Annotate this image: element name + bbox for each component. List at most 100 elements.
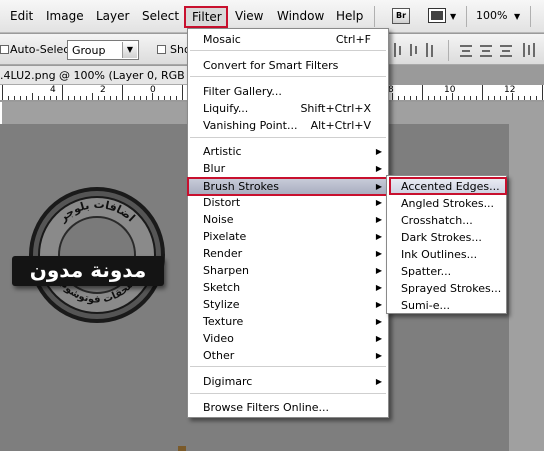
align-vcenter-icon[interactable]: [408, 43, 420, 57]
ruler-number: 10: [444, 85, 456, 95]
chevron-down-icon[interactable]: ▼: [514, 12, 520, 21]
menu-item-other[interactable]: Other ▶: [188, 347, 388, 364]
menu-item-label: Sketch: [203, 281, 241, 294]
auto-select-dropdown[interactable]: Group ▼: [67, 40, 139, 60]
align-top-icon[interactable]: [392, 43, 404, 57]
menu-item-browse-filters-online[interactable]: Browse Filters Online...: [188, 399, 388, 416]
submenu-arrow-icon: ▶: [375, 147, 382, 156]
menu-item-texture[interactable]: Texture ▶: [188, 313, 388, 330]
ruler-tick: [458, 96, 459, 100]
ruler-tick: [440, 96, 441, 100]
distribute-top-icon[interactable]: [460, 43, 472, 57]
menu-view[interactable]: View: [235, 9, 263, 24]
submenu-arrow-icon: ▶: [375, 377, 382, 386]
menu-image[interactable]: Image: [46, 9, 84, 24]
submenu-item-dark-strokes[interactable]: Dark Strokes...: [387, 229, 506, 246]
ruler-tick: [416, 96, 417, 100]
menu-item-render[interactable]: Render ▶: [188, 245, 388, 262]
ruler-tick: [170, 96, 171, 100]
ruler-tick: [176, 96, 177, 100]
ruler-tick: [158, 96, 159, 100]
menu-item-sketch[interactable]: Sketch ▶: [188, 279, 388, 296]
badge-banner: مدونة مدون: [12, 256, 164, 286]
submenu-arrow-icon: ▶: [375, 283, 382, 292]
submenu-item-crosshatch[interactable]: Crosshatch...: [387, 212, 506, 229]
menu-item-label: Digimarc: [203, 375, 253, 388]
ruler-tick: [8, 96, 9, 100]
menu-item-stylize[interactable]: Stylize ▶: [188, 296, 388, 313]
submenu-item-spatter[interactable]: Spatter...: [387, 263, 506, 280]
ruler-tick: [512, 93, 513, 100]
ruler-tick: [488, 96, 489, 100]
submenu-arrow-icon: ▶: [375, 317, 382, 326]
ruler-tick: [74, 96, 75, 100]
menu-item-sharpen[interactable]: Sharpen ▶: [188, 262, 388, 279]
distribute-left-icon[interactable]: [522, 43, 535, 57]
workspace-margin: [509, 124, 544, 451]
menu-item-pixelate[interactable]: Pixelate ▶: [188, 228, 388, 245]
menu-select[interactable]: Select: [142, 9, 179, 24]
submenu-item-ink-outlines[interactable]: Ink Outlines...: [387, 246, 506, 263]
menu-item-digimarc[interactable]: Digimarc ▶: [188, 373, 388, 390]
menu-item-filter-gallery[interactable]: Filter Gallery...: [188, 83, 388, 100]
ruler-tick: [68, 96, 69, 100]
menu-item-label: Liquify...: [203, 102, 249, 115]
menu-filter[interactable]: Filter: [184, 6, 228, 28]
menu-separator: [190, 137, 386, 138]
menu-item-artistic[interactable]: Artistic ▶: [188, 143, 388, 160]
submenu-arrow-icon: ▶: [375, 198, 382, 207]
menu-item-distort[interactable]: Distort ▶: [188, 194, 388, 211]
menu-help[interactable]: Help: [336, 9, 363, 24]
ruler-tick: [446, 96, 447, 100]
zoom-level[interactable]: 100%: [476, 9, 507, 22]
show-transform-checkbox[interactable]: [157, 45, 166, 54]
menu-item-label: Browse Filters Online...: [203, 401, 329, 414]
distribute-vcenter-icon[interactable]: [480, 43, 492, 57]
menu-item-label: Artistic: [203, 145, 242, 158]
menu-separator: [190, 50, 386, 51]
menu-item-label: Distort: [203, 196, 241, 209]
submenu-item-accented-edges[interactable]: Accented Edges...: [387, 178, 506, 195]
auto-select-checkbox[interactable]: [0, 45, 9, 54]
menu-separator: [190, 393, 386, 394]
menu-item-mosaic[interactable]: Mosaic Ctrl+F: [188, 31, 388, 48]
ruler-tick: [164, 96, 165, 100]
ruler-tick: [398, 96, 399, 100]
menu-item-label: Render: [203, 247, 243, 260]
submenu-arrow-icon: ▶: [375, 300, 382, 309]
ruler-tick: [38, 96, 39, 100]
menu-item-noise[interactable]: Noise ▶: [188, 211, 388, 228]
ruler-tick: [116, 96, 117, 100]
ruler-tick: [32, 93, 33, 100]
submenu-arrow-icon: ▶: [375, 215, 382, 224]
menu-item-liquify[interactable]: Liquify... Shift+Ctrl+X: [188, 100, 388, 117]
bridge-button[interactable]: Br: [392, 8, 410, 24]
menu-item-brush-strokes[interactable]: Brush Strokes ▶: [188, 178, 388, 195]
distribute-bottom-icon[interactable]: [500, 43, 512, 57]
menu-item-label: Texture: [203, 315, 244, 328]
ruler-number: 4: [50, 85, 56, 95]
align-bottom-icon[interactable]: [424, 43, 436, 57]
document-tab[interactable]: .4LU2.png @ 100% (Layer 0, RGB: [0, 66, 200, 85]
menu-item-vanishing-point[interactable]: Vanishing Point... Alt+Ctrl+V: [188, 117, 388, 134]
menu-item-label: Convert for Smart Filters: [203, 59, 339, 72]
ruler-tick: [26, 96, 27, 100]
menu-layer[interactable]: Layer: [96, 9, 129, 24]
ruler-tick: [104, 96, 105, 100]
menu-edit[interactable]: Edit: [10, 9, 33, 24]
submenu-item-sprayed-strokes[interactable]: Sprayed Strokes...: [387, 280, 506, 297]
chevron-down-icon[interactable]: ▼: [450, 12, 456, 21]
menu-separator: [374, 6, 375, 27]
screen-mode-icon[interactable]: [428, 8, 446, 23]
menu-item-label: Vanishing Point...: [203, 119, 298, 132]
ruler-tick: [86, 96, 87, 100]
ruler-tick: [62, 85, 63, 100]
ruler-tick: [98, 96, 99, 100]
menu-item-label: Sumi-e...: [401, 299, 450, 312]
menu-item-convert-smart-filters[interactable]: Convert for Smart Filters: [188, 57, 388, 74]
menu-window[interactable]: Window: [277, 9, 324, 24]
submenu-item-sumi-e[interactable]: Sumi-e...: [387, 297, 506, 314]
submenu-item-angled-strokes[interactable]: Angled Strokes...: [387, 195, 506, 212]
menu-item-video[interactable]: Video ▶: [188, 330, 388, 347]
menu-item-blur[interactable]: Blur ▶: [188, 160, 388, 177]
